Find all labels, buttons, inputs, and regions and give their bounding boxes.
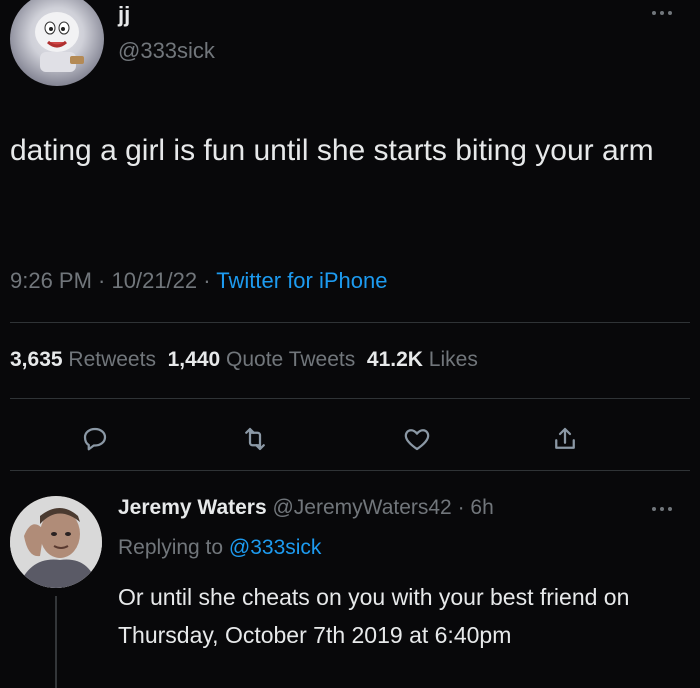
replying-to-mention[interactable]: @333sick	[229, 536, 322, 559]
reply-avatar-photo	[10, 496, 102, 588]
likes-stat[interactable]: 41.2K Likes	[367, 348, 478, 371]
share-button[interactable]	[548, 422, 582, 456]
tweet-source-link[interactable]: Twitter for iPhone	[216, 268, 387, 293]
reply-more-options-icon[interactable]	[642, 502, 682, 516]
reply-author-handle[interactable]: @JeremyWaters42	[272, 496, 451, 519]
reply-button[interactable]	[78, 422, 112, 456]
tweet-detail-page: jj @333sick dating a girl is fun until s…	[0, 0, 700, 688]
retweets-label: Retweets	[68, 348, 156, 371]
quotes-label: Quote Tweets	[226, 348, 356, 371]
retweet-button[interactable]	[238, 422, 272, 456]
replying-to-line: Replying to @333sick	[118, 536, 321, 560]
meta-separator: ·	[197, 268, 217, 293]
replying-prefix: Replying to	[118, 536, 229, 559]
reply-text: Or until she cheats on you with your bes…	[118, 584, 630, 648]
reply-author-name[interactable]: Jeremy Waters	[118, 496, 267, 519]
thread-line	[55, 596, 57, 688]
more-options-icon[interactable]	[642, 6, 682, 20]
tweet-text: dating a girl is fun until she starts bi…	[10, 134, 654, 167]
avatar-cartoon-image	[35, 12, 84, 72]
quotes-stat[interactable]: 1,440 Quote Tweets	[168, 348, 356, 371]
likes-count: 41.2K	[366, 348, 423, 371]
reply-age[interactable]: 6h	[470, 496, 493, 519]
author-avatar[interactable]	[10, 0, 104, 86]
tweet-actions-bar	[0, 416, 700, 462]
retweets-count: 3,635	[10, 348, 63, 371]
tweet-stats: 3,635 Retweets 1,440 Quote Tweets 41.2K …	[10, 348, 478, 372]
author-handle[interactable]: @333sick	[118, 38, 215, 64]
retweets-stat[interactable]: 3,635 Retweets	[10, 348, 156, 371]
like-button[interactable]	[400, 422, 434, 456]
divider	[10, 398, 690, 399]
likes-label: Likes	[428, 348, 478, 371]
tweet-date[interactable]: 10/21/22	[112, 268, 198, 293]
like-icon	[404, 429, 430, 451]
reply-icon	[83, 427, 107, 451]
retweet-icon	[245, 427, 265, 451]
share-icon	[555, 427, 575, 449]
divider	[10, 470, 690, 471]
tweet-meta: 9:26 PM · 10/21/22 · Twitter for iPhone	[10, 268, 387, 294]
author-name[interactable]: jj	[118, 2, 130, 28]
quotes-count: 1,440	[167, 348, 221, 371]
divider	[10, 322, 690, 323]
reply-separator: ·	[451, 496, 471, 519]
reply-header: Jeremy Waters @JeremyWaters42 · 6h	[118, 496, 494, 520]
tweet-time[interactable]: 9:26 PM	[10, 268, 92, 293]
reply-author-avatar[interactable]	[10, 496, 102, 588]
meta-separator: ·	[91, 268, 112, 293]
